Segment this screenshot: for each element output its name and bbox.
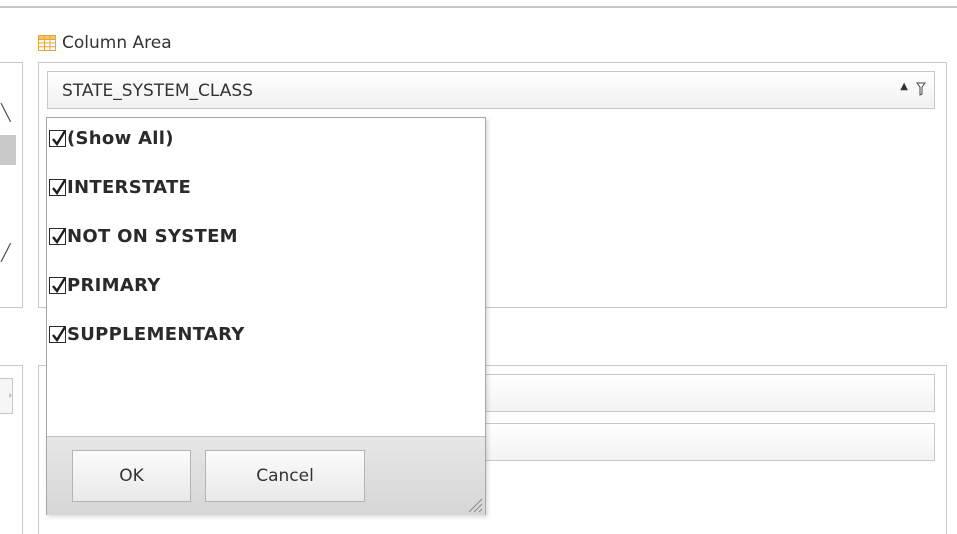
sort-ascending-icon[interactable]: ▲ — [900, 81, 908, 92]
checkmark-icon — [52, 179, 67, 196]
checkmark-icon — [52, 326, 67, 343]
checkbox[interactable] — [49, 326, 67, 343]
column-area-title: Column Area — [62, 33, 172, 53]
checkbox[interactable] — [49, 130, 67, 147]
field-header-state-system-class[interactable]: STATE_SYSTEM_CLASS ▲ — [47, 71, 935, 109]
scroll-up-icon[interactable]: ╲ — [1, 103, 11, 122]
checkbox[interactable] — [49, 179, 67, 196]
filter-item-label: SUPPLEMENTARY — [67, 324, 245, 345]
checkmark-icon — [52, 277, 67, 294]
top-divider — [0, 6, 957, 8]
ok-button[interactable]: OK — [72, 450, 191, 502]
filter-item-label: INTERSTATE — [67, 177, 192, 198]
filter-item-interstate[interactable]: INTERSTATE — [49, 175, 479, 224]
filter-funnel-icon[interactable] — [916, 82, 926, 96]
scrollbar-thumb[interactable] — [0, 135, 16, 165]
checkbox[interactable] — [49, 277, 67, 294]
filter-item-not-on-system[interactable]: NOT ON SYSTEM — [49, 224, 479, 273]
filter-value-list: (Show All) INTERSTATE NOT ON SYSTEM PRIM… — [49, 126, 479, 371]
resize-grip-icon[interactable] — [465, 495, 483, 513]
filter-dropdown-popup: (Show All) INTERSTATE NOT ON SYSTEM PRIM… — [46, 117, 486, 515]
filter-item-label: (Show All) — [67, 128, 174, 149]
filter-item-supplementary[interactable]: SUPPLEMENTARY — [49, 322, 479, 371]
field-header-label: STATE_SYSTEM_CLASS — [62, 81, 253, 101]
checkmark-icon — [52, 130, 67, 147]
checkmark-icon — [52, 228, 67, 245]
filter-item-show-all[interactable]: (Show All) — [49, 126, 479, 175]
table-grid-icon — [38, 35, 56, 51]
filter-item-label: PRIMARY — [67, 275, 161, 296]
cancel-button[interactable]: Cancel — [205, 450, 365, 502]
checkbox[interactable] — [49, 228, 67, 245]
popup-footer: OK Cancel — [47, 436, 485, 515]
column-area-header: Column Area — [38, 32, 172, 54]
filter-item-label: NOT ON SYSTEM — [67, 226, 238, 247]
left-panel-upper: ╲ ╱ — [0, 62, 23, 308]
filter-item-primary[interactable]: PRIMARY — [49, 273, 479, 322]
scroll-down-icon[interactable]: ╱ — [1, 243, 11, 262]
collapse-handle[interactable]: › — [0, 378, 13, 414]
left-panel-lower: › — [0, 365, 23, 534]
